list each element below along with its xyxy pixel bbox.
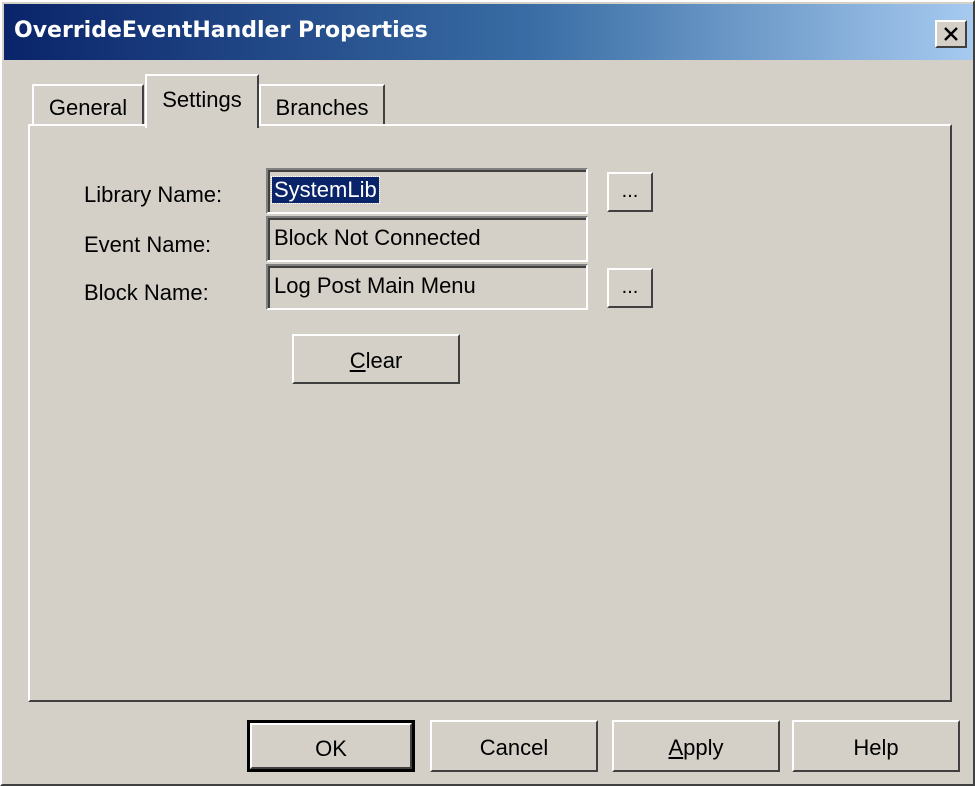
window-title: OverrideEventHandler Properties [14, 18, 428, 43]
clear-button-label: Clear [349, 348, 403, 373]
tab-branches-label: Branches [275, 95, 369, 120]
block-name-label: Block Name: [84, 280, 209, 305]
ok-button[interactable]: OK [247, 720, 415, 772]
library-browse-label: ... [621, 180, 639, 202]
apply-button-label: Apply [668, 735, 724, 760]
library-name-label: Library Name: [84, 182, 223, 207]
ok-button-label: OK [315, 736, 347, 761]
cancel-button[interactable]: Cancel [430, 720, 598, 772]
block-name-value: Log Post Main Menu [274, 273, 476, 298]
close-button[interactable] [935, 20, 967, 48]
block-browse-button[interactable]: ... [607, 268, 653, 308]
apply-button[interactable]: Apply [612, 720, 780, 772]
title-bar[interactable]: OverrideEventHandler Properties [4, 4, 973, 60]
tab-branches[interactable]: Branches [259, 84, 385, 126]
library-name-value: SystemLib [271, 176, 380, 204]
clear-button[interactable]: Clear [292, 334, 460, 384]
event-name-label: Event Name: [84, 232, 212, 257]
block-name-field: Log Post Main Menu [266, 264, 588, 310]
event-name-value: Block Not Connected [274, 225, 481, 250]
help-button-label: Help [853, 735, 899, 760]
library-browse-button[interactable]: ... [607, 172, 653, 212]
properties-dialog: OverrideEventHandler Properties General … [0, 0, 975, 786]
tab-general[interactable]: General [32, 84, 144, 126]
library-name-field[interactable]: SystemLib [266, 168, 588, 214]
tab-settings-label: Settings [162, 87, 242, 112]
event-name-field: Block Not Connected [266, 216, 588, 262]
tab-general-label: General [48, 95, 128, 120]
cancel-button-label: Cancel [479, 735, 549, 760]
close-icon [944, 27, 958, 41]
block-browse-label: ... [621, 276, 639, 298]
help-button[interactable]: Help [792, 720, 960, 772]
tab-settings[interactable]: Settings [145, 74, 259, 128]
